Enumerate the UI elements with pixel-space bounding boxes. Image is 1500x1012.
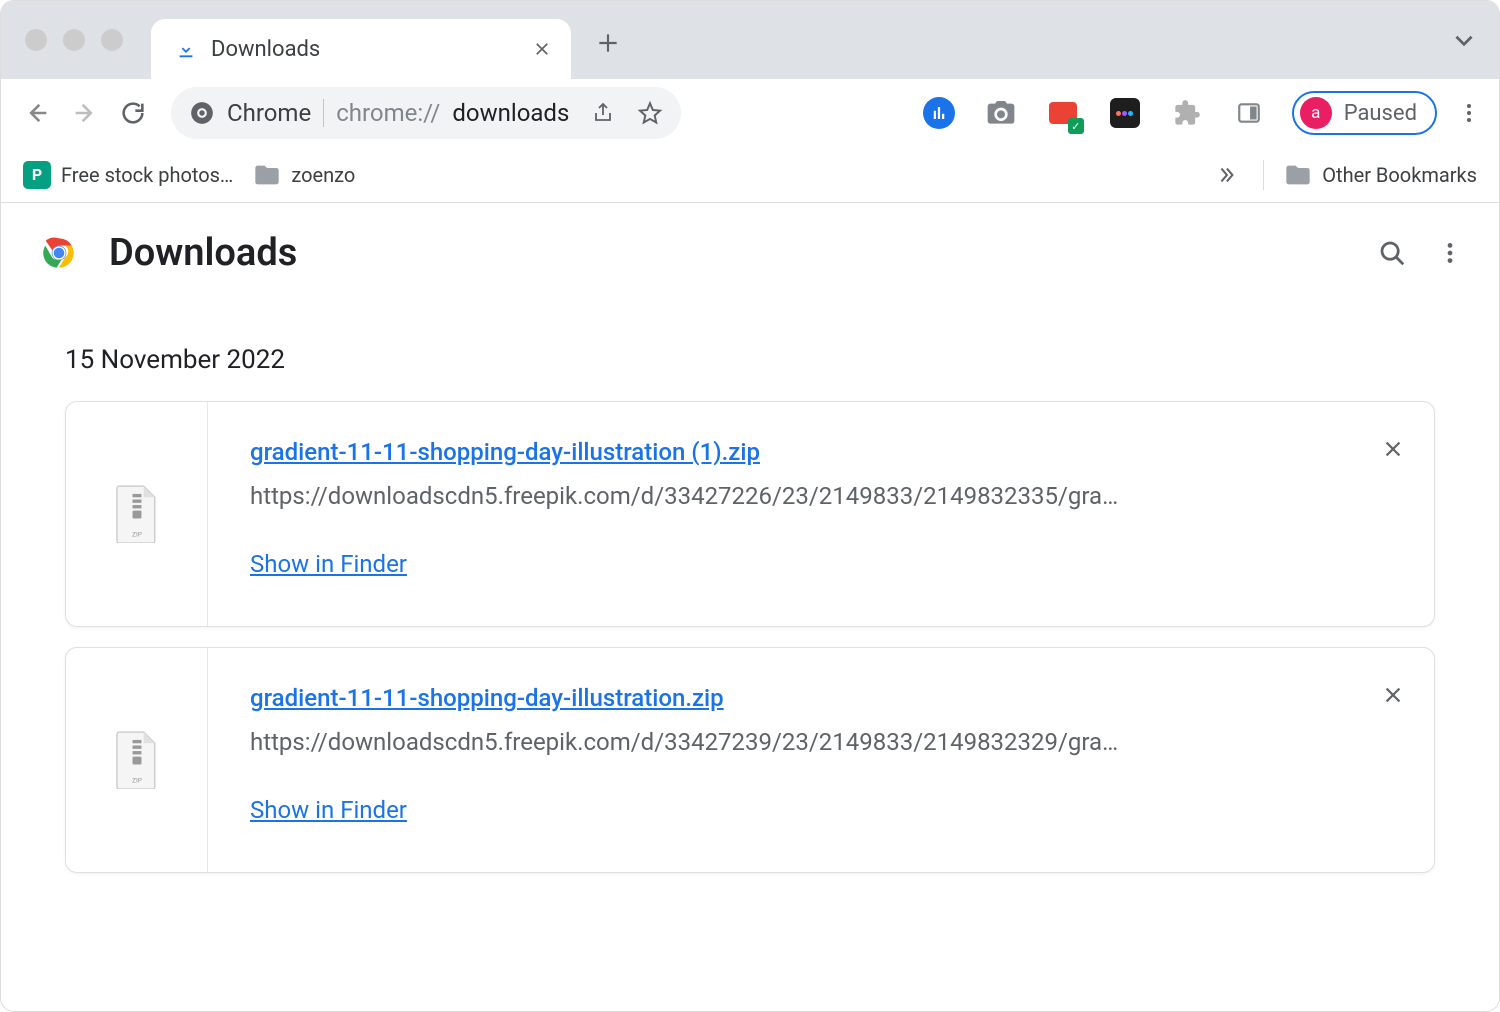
url-path: downloads — [452, 99, 569, 127]
extensions-button[interactable] — [1170, 96, 1204, 130]
bookmark-label: Free stock photos… — [61, 163, 233, 187]
page-menu-button[interactable] — [1437, 240, 1463, 266]
zip-file-icon: ZIP — [114, 485, 160, 543]
window-close-button[interactable] — [25, 29, 47, 51]
browser-tab[interactable]: Downloads — [151, 19, 571, 79]
new-tab-button[interactable] — [595, 30, 621, 56]
profile-status: Paused — [1344, 101, 1417, 126]
svg-text:ZIP: ZIP — [131, 776, 141, 784]
figma-extension-icon[interactable] — [1108, 96, 1142, 130]
bookmarks-overflow-button[interactable] — [1215, 164, 1237, 186]
remove-download-button[interactable] — [1382, 684, 1404, 706]
address-brand: Chrome — [227, 99, 311, 127]
profile-chip[interactable]: a Paused — [1292, 91, 1437, 135]
bookmark-label: zoenzo — [291, 163, 355, 187]
download-filename-link[interactable]: gradient-11-11-shopping-day-illustration… — [250, 438, 1150, 466]
window-minimize-button[interactable] — [63, 29, 85, 51]
tab-strip: Downloads — [1, 1, 1499, 79]
forward-button[interactable] — [67, 95, 103, 131]
address-bar[interactable]: Chrome chrome:// downloads — [171, 87, 681, 139]
separator — [323, 99, 324, 127]
tab-close-button[interactable] — [529, 36, 555, 62]
download-filename-link[interactable]: gradient-11-11-shopping-day-illustration… — [250, 684, 1150, 712]
screenshot-extension-icon[interactable] — [984, 96, 1018, 130]
profile-avatar: a — [1300, 97, 1332, 129]
zip-file-icon: ZIP — [114, 731, 160, 789]
date-header: 15 November 2022 — [1, 295, 1499, 401]
pexels-icon: P — [23, 161, 51, 189]
search-button[interactable] — [1377, 238, 1407, 268]
bookmarks-bar: P Free stock photos… zoenzo Other Bookma… — [1, 147, 1499, 203]
download-item: ZIP gradient-11-11-shopping-day-illustra… — [65, 647, 1435, 873]
url-scheme: chrome:// — [336, 99, 440, 127]
reload-button[interactable] — [115, 95, 151, 131]
chrome-logo-icon — [37, 231, 81, 275]
file-icon-area: ZIP — [66, 648, 208, 872]
page-header: Downloads — [1, 203, 1499, 295]
file-icon-area: ZIP — [66, 402, 208, 626]
extension-icon-1[interactable] — [922, 96, 956, 130]
back-button[interactable] — [19, 95, 55, 131]
bookmark-star-icon[interactable] — [637, 100, 663, 126]
bookmark-pexels[interactable]: P Free stock photos… — [23, 161, 233, 189]
folder-icon — [253, 161, 281, 189]
other-bookmarks-folder[interactable]: Other Bookmarks — [1284, 161, 1477, 189]
download-source-url: https://downloadscdn5.freepik.com/d/3342… — [250, 482, 1130, 510]
page-title: Downloads — [109, 231, 1347, 275]
tab-title: Downloads — [211, 37, 515, 62]
vpn-extension-icon[interactable]: ✓ — [1046, 96, 1080, 130]
tabs-dropdown-button[interactable] — [1451, 27, 1477, 53]
bookmark-folder-zoenzo[interactable]: zoenzo — [253, 161, 355, 189]
downloads-page: Downloads 15 November 2022 ZIP gradient-… — [1, 203, 1499, 873]
browser-menu-button[interactable] — [1457, 101, 1481, 125]
side-panel-button[interactable] — [1232, 96, 1266, 130]
other-bookmarks-label: Other Bookmarks — [1322, 163, 1477, 187]
divider — [1263, 160, 1264, 190]
chrome-shield-icon — [189, 100, 215, 126]
show-in-finder-link[interactable]: Show in Finder — [250, 550, 1392, 578]
remove-download-button[interactable] — [1382, 438, 1404, 460]
toolbar: Chrome chrome:// downloads ✓ — [1, 79, 1499, 147]
folder-icon — [1284, 161, 1312, 189]
share-icon[interactable] — [591, 101, 615, 125]
window-controls — [25, 29, 123, 51]
show-in-finder-link[interactable]: Show in Finder — [250, 796, 1392, 824]
window-maximize-button[interactable] — [101, 29, 123, 51]
download-source-url: https://downloadscdn5.freepik.com/d/3342… — [250, 728, 1130, 756]
download-item: ZIP gradient-11-11-shopping-day-illustra… — [65, 401, 1435, 627]
download-icon — [175, 38, 197, 60]
svg-text:ZIP: ZIP — [131, 530, 141, 538]
